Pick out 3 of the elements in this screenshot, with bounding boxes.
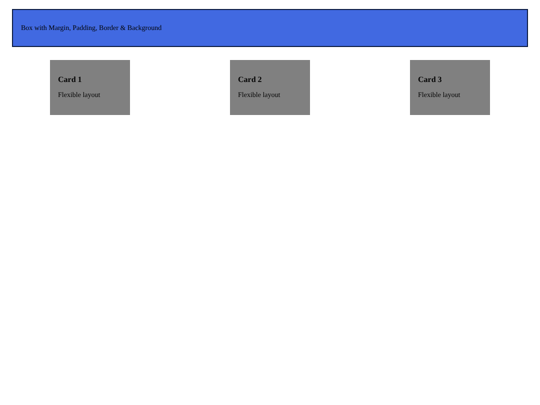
card-title: Card 1 <box>58 75 83 84</box>
card-title: Card 2 <box>238 75 263 84</box>
card-title: Card 3 <box>418 75 443 84</box>
